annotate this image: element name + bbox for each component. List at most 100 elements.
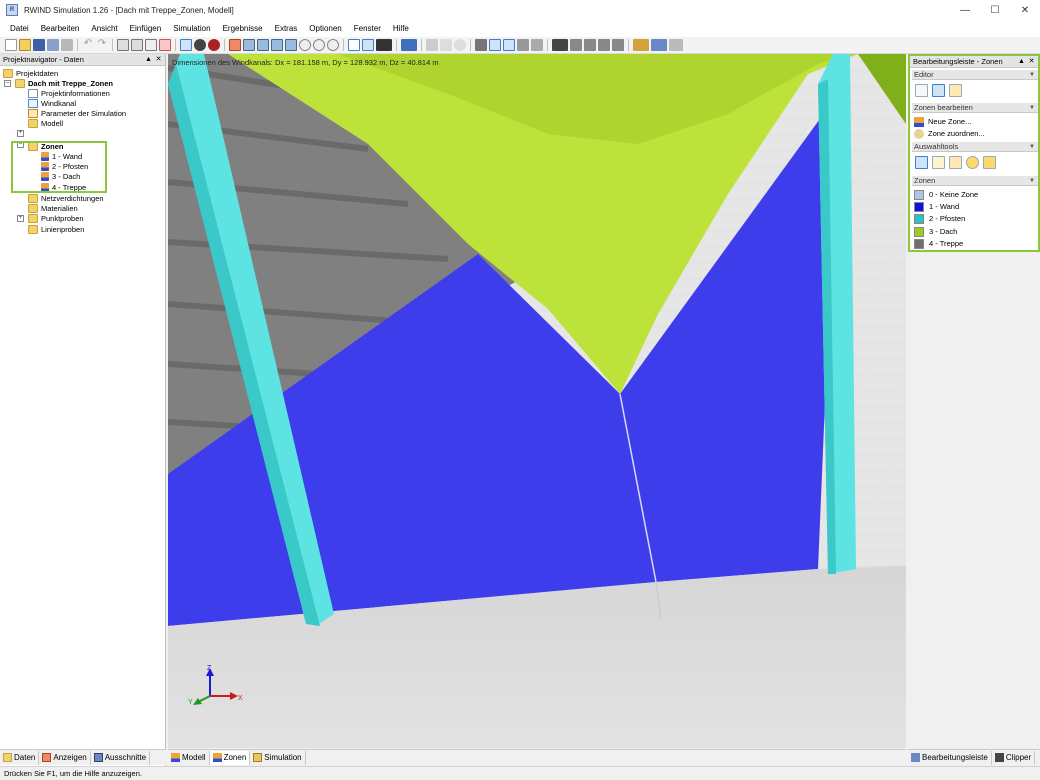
object-dropdown-icon[interactable] [552,39,568,51]
rotate-view-icon[interactable] [180,39,192,51]
new-zone-action[interactable]: Neue Zone... [914,116,971,127]
tree-item-project[interactable]: Dach mit Treppe_Zonen [15,78,113,88]
solid-icon[interactable] [598,39,610,51]
menu-ansicht[interactable]: Ansicht [85,24,123,33]
minimize-button[interactable]: — [950,0,980,20]
render-dropdown-icon[interactable] [376,39,392,51]
view-top-icon[interactable] [271,39,283,51]
display-dropdown-icon[interactable] [401,39,417,51]
section-zonen-bearbeiten[interactable]: Zonen bearbeiten ▼ [912,103,1038,113]
clip-x-icon[interactable] [475,39,487,51]
surface-icon[interactable] [570,39,582,51]
tab-daten[interactable]: Daten [0,750,40,765]
menu-hilfe[interactable]: Hilfe [387,24,415,33]
editor-tool-1-icon[interactable] [915,84,928,97]
close-button[interactable]: ✕ [1010,0,1040,20]
tree-item-projektinformationen[interactable]: Projektinformationen [28,88,110,98]
zone-list-item[interactable]: 2 - Pfosten [914,213,965,224]
view-front-icon[interactable] [243,39,255,51]
tree-item-windkanal[interactable]: Windkanal [28,98,76,108]
expand-toggle[interactable]: + [17,130,24,137]
grid-icon[interactable] [131,39,143,51]
close-panel-icon[interactable]: ✕ [1027,57,1036,66]
editor-tool-3-icon[interactable] [949,84,962,97]
tab-bearbeitungsleiste[interactable]: Bearbeitungsleiste [908,750,992,765]
line-icon[interactable] [584,39,596,51]
select-circle-icon[interactable] [966,156,979,169]
box-view-icon[interactable] [348,39,360,51]
mesh-icon[interactable] [159,39,171,51]
select-polygon-icon[interactable] [983,156,996,169]
view-iso-icon[interactable] [285,39,297,51]
zone-list-item[interactable]: 3 - Dach [914,226,957,237]
collapse-toggle[interactable]: – [4,80,11,87]
editor-tool-2-icon[interactable] [932,84,945,97]
arrow-tool-icon[interactable] [440,39,452,51]
measure-icon[interactable] [426,39,438,51]
tab-simulation[interactable]: Simulation [250,750,306,765]
zoom-window-icon[interactable] [229,39,241,51]
menu-extras[interactable]: Extras [269,24,304,33]
menu-ergebnisse[interactable]: Ergebnisse [217,24,269,33]
view-side-icon[interactable] [257,39,269,51]
tab-zonen[interactable]: Zonen [209,750,251,765]
tree-item-parameter[interactable]: Parameter der Simulation [28,108,126,118]
section-icon[interactable] [531,39,543,51]
menu-fenster[interactable]: Fenster [348,24,387,33]
tab-modell[interactable]: Modell [168,750,210,765]
section-auswahltools[interactable]: Auswahltools ▼ [912,142,1038,152]
rotate-right-icon[interactable] [313,39,325,51]
rotate-left-icon[interactable] [299,39,311,51]
clip-z-icon[interactable] [503,39,515,51]
tree-item-modell[interactable]: Modell [28,118,63,128]
pin-icon[interactable]: ▲ [144,55,153,64]
menu-einfuegen[interactable]: Einfügen [124,24,168,33]
select-window-icon[interactable] [949,156,962,169]
refresh-icon[interactable] [327,39,339,51]
zone-list-item[interactable]: 0 - Keine Zone [914,189,978,200]
tree-item-projektdaten[interactable]: Projektdaten [3,68,58,78]
open-folder-icon[interactable] [19,39,31,51]
clip-plane-icon[interactable] [517,39,529,51]
model-viewport[interactable]: Z X Y Dimensionen des Windkanals: Dx = 1… [168,54,906,748]
menu-datei[interactable]: Datei [4,24,35,33]
bar-icon[interactable] [612,39,624,51]
save-icon[interactable] [33,39,45,51]
zone-list-item[interactable]: 4 - Treppe [914,238,963,249]
maximize-button[interactable]: ☐ [980,0,1010,20]
tree-item-punktproben[interactable]: Punktproben [28,213,84,223]
tab-anzeigen[interactable]: Anzeigen [39,750,91,765]
expand-toggle[interactable]: + [17,215,24,222]
pin-icon[interactable]: ▲ [1017,57,1026,66]
more-tools-icon[interactable] [669,39,683,51]
clip-y-icon[interactable] [489,39,501,51]
zone-dropdown-icon[interactable] [633,39,649,51]
select-zone-icon[interactable] [932,156,945,169]
save-as-icon[interactable] [47,39,59,51]
menu-bearbeiten[interactable]: Bearbeiten [35,24,86,33]
close-panel-icon[interactable]: ✕ [154,55,163,64]
settings-dropdown-icon[interactable] [651,39,667,51]
wireframe-icon[interactable] [362,39,374,51]
undo-icon[interactable]: ↶ [82,39,94,51]
menu-optionen[interactable]: Optionen [303,24,347,33]
table-icon[interactable] [145,39,157,51]
select-pointer-icon[interactable] [915,156,928,169]
section-editor[interactable]: Editor ▼ [912,70,1038,80]
print-icon[interactable] [61,39,73,51]
tree-item-linienproben[interactable]: Linienproben [28,224,84,234]
zoom-icon[interactable] [208,39,220,51]
menu-simulation[interactable]: Simulation [167,24,216,33]
tab-ausschnitte[interactable]: Ausschnitte [91,750,151,765]
new-file-icon[interactable] [5,39,17,51]
probe-icon[interactable] [454,39,466,51]
tree-item-netzverdichtungen[interactable]: Netzverdichtungen [28,193,104,203]
section-zonen[interactable]: Zonen ▼ [912,176,1038,186]
select-icon[interactable] [117,39,129,51]
tab-clipper[interactable]: Clipper [992,750,1036,765]
redo-icon[interactable]: ↷ [96,39,108,51]
assign-zone-action[interactable]: Zone zuordnen... [914,128,985,139]
zone-list-item[interactable]: 1 - Wand [914,201,959,212]
pan-icon[interactable] [194,39,206,51]
tree-item-materialien[interactable]: Materialien [28,203,78,213]
